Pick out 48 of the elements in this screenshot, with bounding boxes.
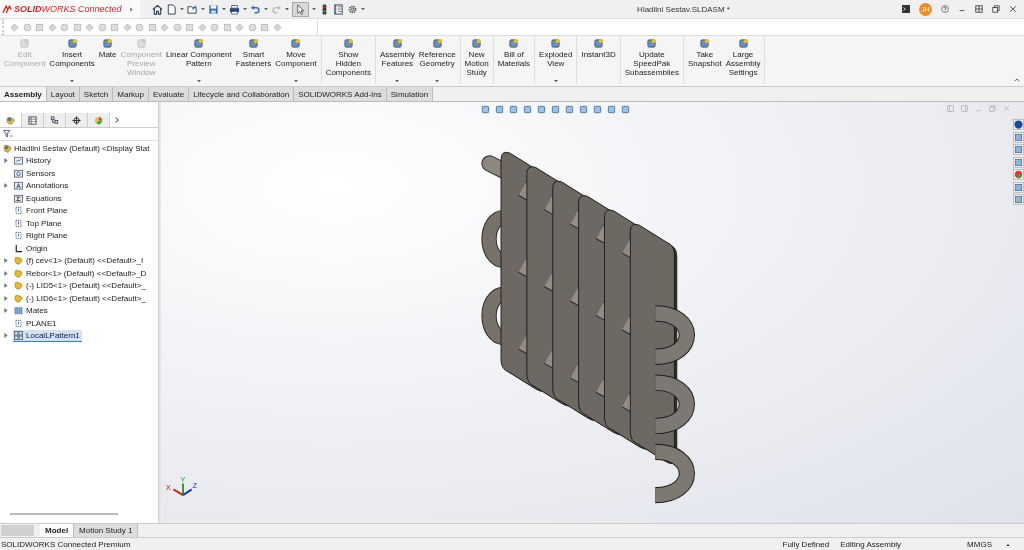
tree-item[interactable]: Origin	[13, 242, 50, 254]
ribbon-button[interactable]: Bill of Materials	[495, 36, 533, 84]
tree-item[interactable]: Rebor<1> (Default) <<Default>_D	[13, 267, 149, 279]
ribbon-tab[interactable]: Evaluate	[149, 87, 190, 101]
ribbon-button[interactable]: Assembly Features	[378, 36, 417, 84]
ribbon-tab[interactable]: Layout	[46, 87, 80, 101]
bottom-tab[interactable]: Model	[40, 524, 75, 537]
ribbon-tab[interactable]: SOLIDWORKS Add-Ins	[294, 87, 387, 101]
ribbon-button[interactable]: Take Snapshot	[685, 36, 724, 84]
tree-item[interactable]: LocalLPattern1	[13, 329, 82, 342]
ribbon-tab[interactable]: Markup	[113, 87, 149, 101]
ribbon-tab[interactable]: Sketch	[79, 87, 114, 101]
ribbon-button[interactable]: Exploded View	[537, 36, 575, 84]
app-logo: SOLIDWORKS Connected	[14, 4, 122, 14]
tree-item[interactable]: Mates	[13, 305, 50, 317]
tree-item[interactable]: (f) cev<1> (Default) <<Default>_I	[13, 255, 146, 267]
ribbon-button[interactable]: Move Component	[273, 36, 319, 84]
ribbon-button[interactable]: Reference Geometry	[416, 36, 458, 84]
ribbon-tab[interactable]: Lifecycle and Collaboration	[189, 87, 295, 101]
ribbon-button[interactable]: Large Assembly Settings	[723, 36, 763, 84]
definition-status: Fully Defined	[782, 539, 830, 549]
ribbon-tab[interactable]: Assembly	[0, 87, 47, 101]
ribbon-button[interactable]: Insert Components	[47, 36, 97, 84]
ribbon-tab[interactable]: Simulation	[386, 87, 434, 101]
graphics-area[interactable]: X Y Z	[161, 102, 1024, 523]
tree-item[interactable]: History	[13, 155, 53, 167]
tree-item[interactable]: Equations	[13, 192, 64, 204]
tree-item[interactable]: (-) LID6<1> (Default) <<Default>_	[13, 292, 148, 304]
editing-status: Editing Assembly	[840, 539, 902, 549]
tree-item[interactable]: Top Plane	[13, 217, 64, 229]
ribbon-button[interactable]: Smart Fasteners	[233, 36, 274, 84]
tree-item[interactable]: Hladilni Sestav (Default) <Display Stat	[0, 142, 158, 155]
unit-system[interactable]: MMGS	[967, 539, 992, 549]
ribbon-button[interactable]: Update SpeedPak Subassemblies	[622, 36, 681, 84]
tree-item[interactable]: Sensors	[13, 167, 58, 179]
tree-item[interactable]: Front Plane	[13, 205, 70, 217]
tree-item[interactable]: Right Plane	[13, 230, 70, 242]
ribbon-button[interactable]: Instant3D	[579, 36, 618, 84]
tree-item[interactable]: Annotations	[13, 180, 71, 192]
ribbon-button[interactable]: Show Hidden Components	[323, 36, 373, 84]
product-name: SOLIDWORKS Connected Premium	[1, 539, 131, 549]
tree-item[interactable]: (-) LID5<1> (Default) <<Default>_	[13, 280, 148, 292]
ribbon-button[interactable]: New Motion Study	[462, 36, 491, 84]
ribbon-button[interactable]: Linear Component Pattern	[163, 36, 234, 84]
window-title: Hladilni Sestav.SLDASM *	[636, 4, 731, 14]
ribbon-button[interactable]: Mate	[96, 36, 119, 84]
bottom-tab[interactable]: Motion Study 1	[74, 524, 139, 537]
tree-item[interactable]: PLANE1	[13, 317, 59, 329]
